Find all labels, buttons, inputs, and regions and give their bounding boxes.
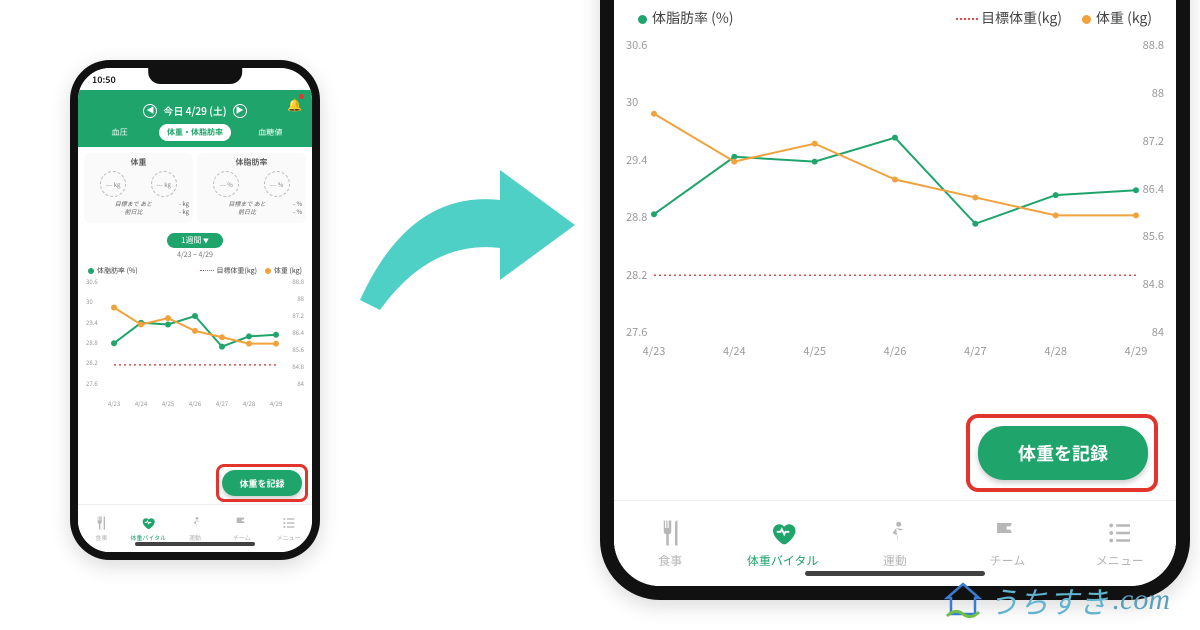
card-weight-title: 体重 bbox=[88, 157, 189, 168]
nav-meal[interactable]: 食事 bbox=[614, 501, 726, 586]
record-weight-button[interactable]: 体重を記録 bbox=[222, 470, 302, 496]
chart-legend-small: 体脂肪率 (%) 目標体重(kg) 体重 (kg) bbox=[78, 264, 312, 278]
chart-legend-large: 体脂肪率 (%) 目標体重(kg) 体重 (kg) bbox=[614, 4, 1176, 38]
header-date: 今日 4/29 (土) bbox=[163, 103, 226, 118]
period-selector: 1週間 4/23 ~ 4/29 bbox=[78, 229, 312, 264]
house-icon bbox=[941, 578, 985, 622]
period-pill[interactable]: 1週間 bbox=[167, 233, 223, 248]
status-time: 10:50 bbox=[92, 73, 116, 86]
dial-weight-2: --- kg bbox=[151, 171, 177, 197]
record-weight-button[interactable]: 体重を記録 bbox=[978, 426, 1148, 480]
tab-blood-pressure[interactable]: 血圧 bbox=[84, 124, 155, 141]
dial-bodyfat-2: --- % bbox=[264, 171, 290, 197]
card-weight: 体重 --- kg --- kg 目標まで あと- kg 前日比- kg bbox=[84, 153, 193, 223]
next-day-icon[interactable]: ▶ bbox=[233, 104, 247, 118]
app-header: ◀ 今日 4/29 (土) ▶ 🔔 bbox=[78, 90, 312, 124]
home-indicator bbox=[805, 571, 985, 576]
screen-large: 体脂肪率 (%) 目標体重(kg) 体重 (kg) 27.628.228.829… bbox=[614, 0, 1176, 586]
summary-cards: 体重 --- kg --- kg 目標まで あと- kg 前日比- kg 体脂肪… bbox=[78, 147, 312, 229]
phone-mock-small: 10:50 ◀ 今日 4/29 (土) ▶ 🔔 血圧 体重・体脂肪率 血糖値 体… bbox=[70, 60, 320, 560]
category-tabs: 血圧 体重・体脂肪率 血糖値 bbox=[78, 124, 312, 147]
prev-day-icon[interactable]: ◀ bbox=[143, 104, 157, 118]
screen-small: 10:50 ◀ 今日 4/29 (土) ▶ 🔔 血圧 体重・体脂肪率 血糖値 体… bbox=[78, 68, 312, 552]
home-indicator bbox=[135, 542, 255, 546]
card-bodyfat: 体脂肪率 --- % --- % 目標まで あと- % 前日比- % bbox=[197, 153, 306, 223]
dial-bodyfat-1: --- % bbox=[213, 171, 239, 197]
status-bar: 10:50 bbox=[78, 68, 312, 90]
dial-weight-1: --- kg bbox=[100, 171, 126, 197]
card-bodyfat-title: 体脂肪率 bbox=[201, 157, 302, 168]
tab-blood-sugar[interactable]: 血糖値 bbox=[235, 124, 306, 141]
bell-icon[interactable]: 🔔 bbox=[287, 96, 302, 113]
date-navigator[interactable]: ◀ 今日 4/29 (土) ▶ bbox=[143, 103, 246, 118]
arrow-icon bbox=[350, 130, 580, 330]
watermark-logo: うちすき.com bbox=[941, 578, 1170, 622]
nav-menu[interactable]: メニュー bbox=[265, 505, 312, 552]
chart-small: 27.628.228.829.43030.68484.885.686.487.2… bbox=[86, 278, 304, 398]
period-range: 4/23 ~ 4/29 bbox=[177, 250, 213, 260]
tab-weight-bodyfat[interactable]: 体重・体脂肪率 bbox=[159, 124, 230, 141]
chart-large: 27.628.228.829.43030.68484.885.686.487.2… bbox=[626, 38, 1164, 343]
nav-menu[interactable]: メニュー bbox=[1064, 501, 1176, 586]
nav-meal[interactable]: 食事 bbox=[78, 505, 125, 552]
phone-mock-large: 体脂肪率 (%) 目標体重(kg) 体重 (kg) 27.628.228.829… bbox=[600, 0, 1190, 600]
